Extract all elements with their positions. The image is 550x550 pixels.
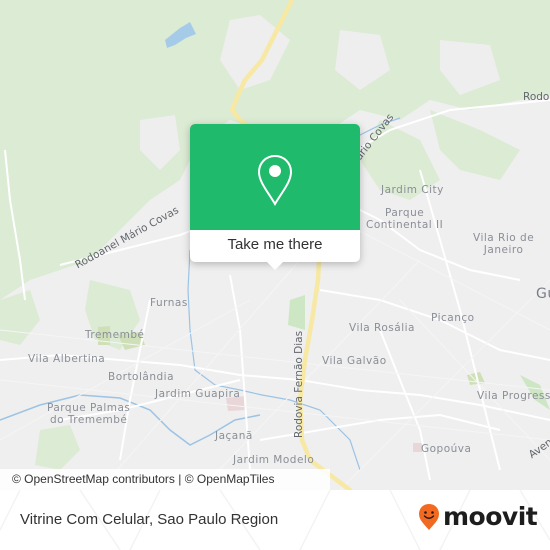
place-label: Bortolândia (108, 371, 175, 383)
park-area (288, 295, 305, 330)
place-label: Picanço (431, 312, 475, 324)
map-attribution[interactable]: © OpenStreetMap contributors | © OpenMap… (0, 469, 330, 490)
footer: Vitrine Com Celular, Sao Paulo Region mo… (0, 490, 550, 550)
moovit-logo[interactable]: moovit (418, 502, 538, 531)
road-label: Rodovia Fernão Dias (293, 330, 305, 438)
take-me-there-button[interactable]: Take me there (190, 230, 360, 262)
place-label: Jardim City (381, 184, 444, 196)
place-label: Parque Continental II (366, 207, 444, 232)
place-label: Furnas (150, 297, 188, 309)
place-label: Gopoúva (421, 443, 472, 455)
moovit-pin-icon (419, 503, 439, 530)
popup-tail (267, 262, 283, 270)
place-label: Vila Progresso (477, 390, 550, 402)
place-label: Jardim Guapira (155, 388, 241, 400)
park-area (0, 290, 40, 345)
location-title: Vitrine Com Celular, Sao Paulo Region (20, 511, 279, 528)
place-label: Vila Albertina (28, 353, 106, 365)
place-label: Gu (536, 286, 550, 302)
place-label: Vila Rosália (349, 322, 415, 334)
park-area (430, 110, 520, 180)
moovit-wordmark: moovit (443, 502, 538, 531)
place-label: Parque Palmas do Tremembé (47, 402, 131, 427)
place-label: Tremembé (85, 329, 145, 341)
park-area (35, 425, 80, 470)
map-pin-icon (257, 154, 293, 206)
popup-header (190, 124, 360, 230)
place-label: Vila Galvão (322, 355, 387, 367)
place-label: Jardim Modelo (233, 454, 315, 466)
location-popup: Take me there (190, 124, 360, 270)
place-label: Vila Rio de Janeiro (473, 232, 535, 257)
place-label: Jaçanã (215, 430, 253, 442)
map[interactable]: Jardim City Parque Continental II Vila R… (0, 0, 550, 490)
road-label: Rodo (523, 91, 550, 103)
